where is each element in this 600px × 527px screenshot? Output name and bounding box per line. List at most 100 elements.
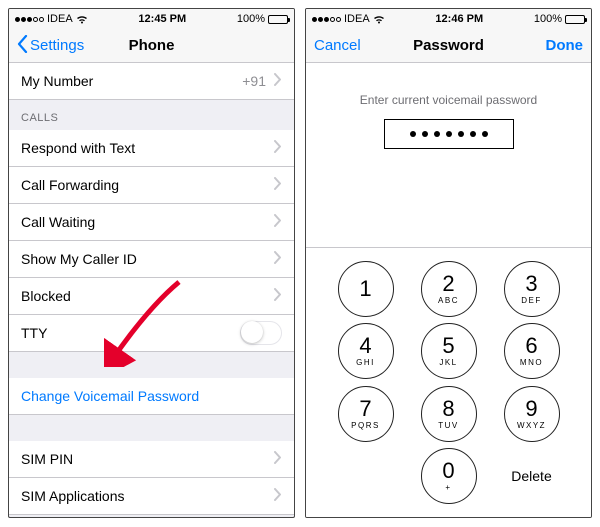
key-letters: TUV: [438, 421, 459, 430]
row-label: Call Waiting: [21, 214, 274, 230]
keypad-key-5[interactable]: 5JKL: [407, 320, 490, 382]
done-label: Done: [546, 37, 584, 54]
key-number: 7: [359, 398, 371, 420]
row-label: My Number: [21, 73, 242, 89]
row-blocked[interactable]: Blocked: [9, 278, 294, 315]
page-title: Password: [413, 37, 484, 54]
back-button[interactable]: Settings: [9, 29, 92, 62]
phone-password-screen: IDEA 12:46 PM 100% Cancel Password Done …: [305, 8, 592, 518]
carrier-label: IDEA: [47, 13, 73, 25]
key-letters: MNO: [520, 358, 543, 367]
signal-dots-icon: [15, 17, 44, 22]
tty-switch[interactable]: [240, 321, 282, 345]
row-label: Blocked: [21, 288, 274, 304]
chevron-right-icon: [274, 488, 282, 504]
password-dot: [434, 131, 440, 137]
status-time: 12:46 PM: [435, 13, 483, 25]
password-dot: [470, 131, 476, 137]
cancel-button[interactable]: Cancel: [306, 29, 369, 62]
cancel-label: Cancel: [314, 37, 361, 54]
password-dot: [410, 131, 416, 137]
password-dot: [446, 131, 452, 137]
row-label: Change Voicemail Password: [21, 388, 282, 404]
keypad-key-8[interactable]: 8TUV: [407, 383, 490, 445]
keypad-delete-button[interactable]: Delete: [490, 445, 573, 507]
row-sim-applications[interactable]: SIM Applications: [9, 478, 294, 515]
row-label: SIM PIN: [21, 451, 274, 467]
row-change-voicemail-password[interactable]: Change Voicemail Password: [9, 378, 294, 415]
status-time: 12:45 PM: [138, 13, 186, 25]
status-bar: IDEA 12:45 PM 100%: [9, 9, 294, 29]
chevron-right-icon: [274, 214, 282, 230]
section-header-calls: CALLS: [9, 100, 294, 130]
key-letters: GHI: [356, 358, 375, 367]
password-dot: [422, 131, 428, 137]
chevron-right-icon: [274, 251, 282, 267]
password-prompt: Enter current voicemail password: [306, 93, 591, 107]
row-label: Respond with Text: [21, 140, 274, 156]
key-number: 3: [525, 273, 537, 295]
row-label: Show My Caller ID: [21, 251, 274, 267]
key-letters: WXYZ: [517, 421, 546, 430]
back-label: Settings: [30, 37, 84, 54]
keypad-key-6[interactable]: 6MNO: [490, 320, 573, 382]
key-letters: +: [445, 483, 451, 492]
key-letters: JKL: [439, 358, 457, 367]
key-letters: ABC: [438, 296, 459, 305]
password-dot: [458, 131, 464, 137]
chevron-right-icon: [274, 73, 282, 89]
battery-icon: [565, 15, 585, 24]
row-call-forwarding[interactable]: Call Forwarding: [9, 167, 294, 204]
battery-percent: 100%: [534, 13, 562, 25]
key-number: 8: [442, 398, 454, 420]
row-label: SIM Applications: [21, 488, 274, 504]
key-number: 6: [525, 335, 537, 357]
row-label: TTY: [21, 325, 240, 341]
chevron-right-icon: [274, 140, 282, 156]
row-respond-with-text[interactable]: Respond with Text: [9, 130, 294, 167]
nav-bar: Settings Phone: [9, 29, 294, 63]
key-number: 5: [442, 335, 454, 357]
carrier-label: IDEA: [344, 13, 370, 25]
status-bar: IDEA 12:46 PM 100%: [306, 9, 591, 29]
password-dot: [482, 131, 488, 137]
done-button[interactable]: Done: [538, 29, 592, 62]
row-label: Call Forwarding: [21, 177, 274, 193]
keypad-key-4[interactable]: 4GHI: [324, 320, 407, 382]
signal-dots-icon: [312, 17, 341, 22]
chevron-right-icon: [274, 288, 282, 304]
keypad-key-7[interactable]: 7PQRS: [324, 383, 407, 445]
keypad-key-0[interactable]: 0+: [407, 445, 490, 507]
chevron-right-icon: [274, 451, 282, 467]
key-number: 9: [525, 398, 537, 420]
row-sim-pin[interactable]: SIM PIN: [9, 441, 294, 478]
battery-percent: 100%: [237, 13, 265, 25]
row-call-waiting[interactable]: Call Waiting: [9, 204, 294, 241]
keypad-blank: [324, 445, 407, 507]
key-number: 2: [442, 273, 454, 295]
keypad-key-9[interactable]: 9WXYZ: [490, 383, 573, 445]
key-number: 1: [359, 278, 371, 300]
key-letters: DEF: [521, 296, 542, 305]
row-my-number[interactable]: My Number +91: [9, 63, 294, 100]
settings-list: My Number +91 CALLS Respond with Text Ca…: [9, 63, 294, 517]
phone-settings-screen: IDEA 12:45 PM 100% Settings Phone My Num…: [8, 8, 295, 518]
password-field[interactable]: [384, 119, 514, 149]
keypad-key-2[interactable]: 2ABC: [407, 258, 490, 320]
row-tty[interactable]: TTY: [9, 315, 294, 352]
nav-bar: Cancel Password Done: [306, 29, 591, 63]
keypad-key-3[interactable]: 3DEF: [490, 258, 573, 320]
battery-icon: [268, 15, 288, 24]
chevron-right-icon: [274, 177, 282, 193]
keypad-key-1[interactable]: 1: [324, 258, 407, 320]
key-number: 4: [359, 335, 371, 357]
row-show-caller-id[interactable]: Show My Caller ID: [9, 241, 294, 278]
key-number: 0: [442, 460, 454, 482]
numeric-keypad: 12ABC3DEF4GHI5JKL6MNO7PQRS8TUV9WXYZ0+Del…: [306, 247, 591, 517]
chevron-left-icon: [17, 35, 28, 57]
page-title: Phone: [129, 37, 175, 54]
wifi-icon: [373, 15, 385, 24]
wifi-icon: [76, 15, 88, 24]
row-value: +91: [242, 73, 266, 89]
key-letters: PQRS: [351, 421, 380, 430]
